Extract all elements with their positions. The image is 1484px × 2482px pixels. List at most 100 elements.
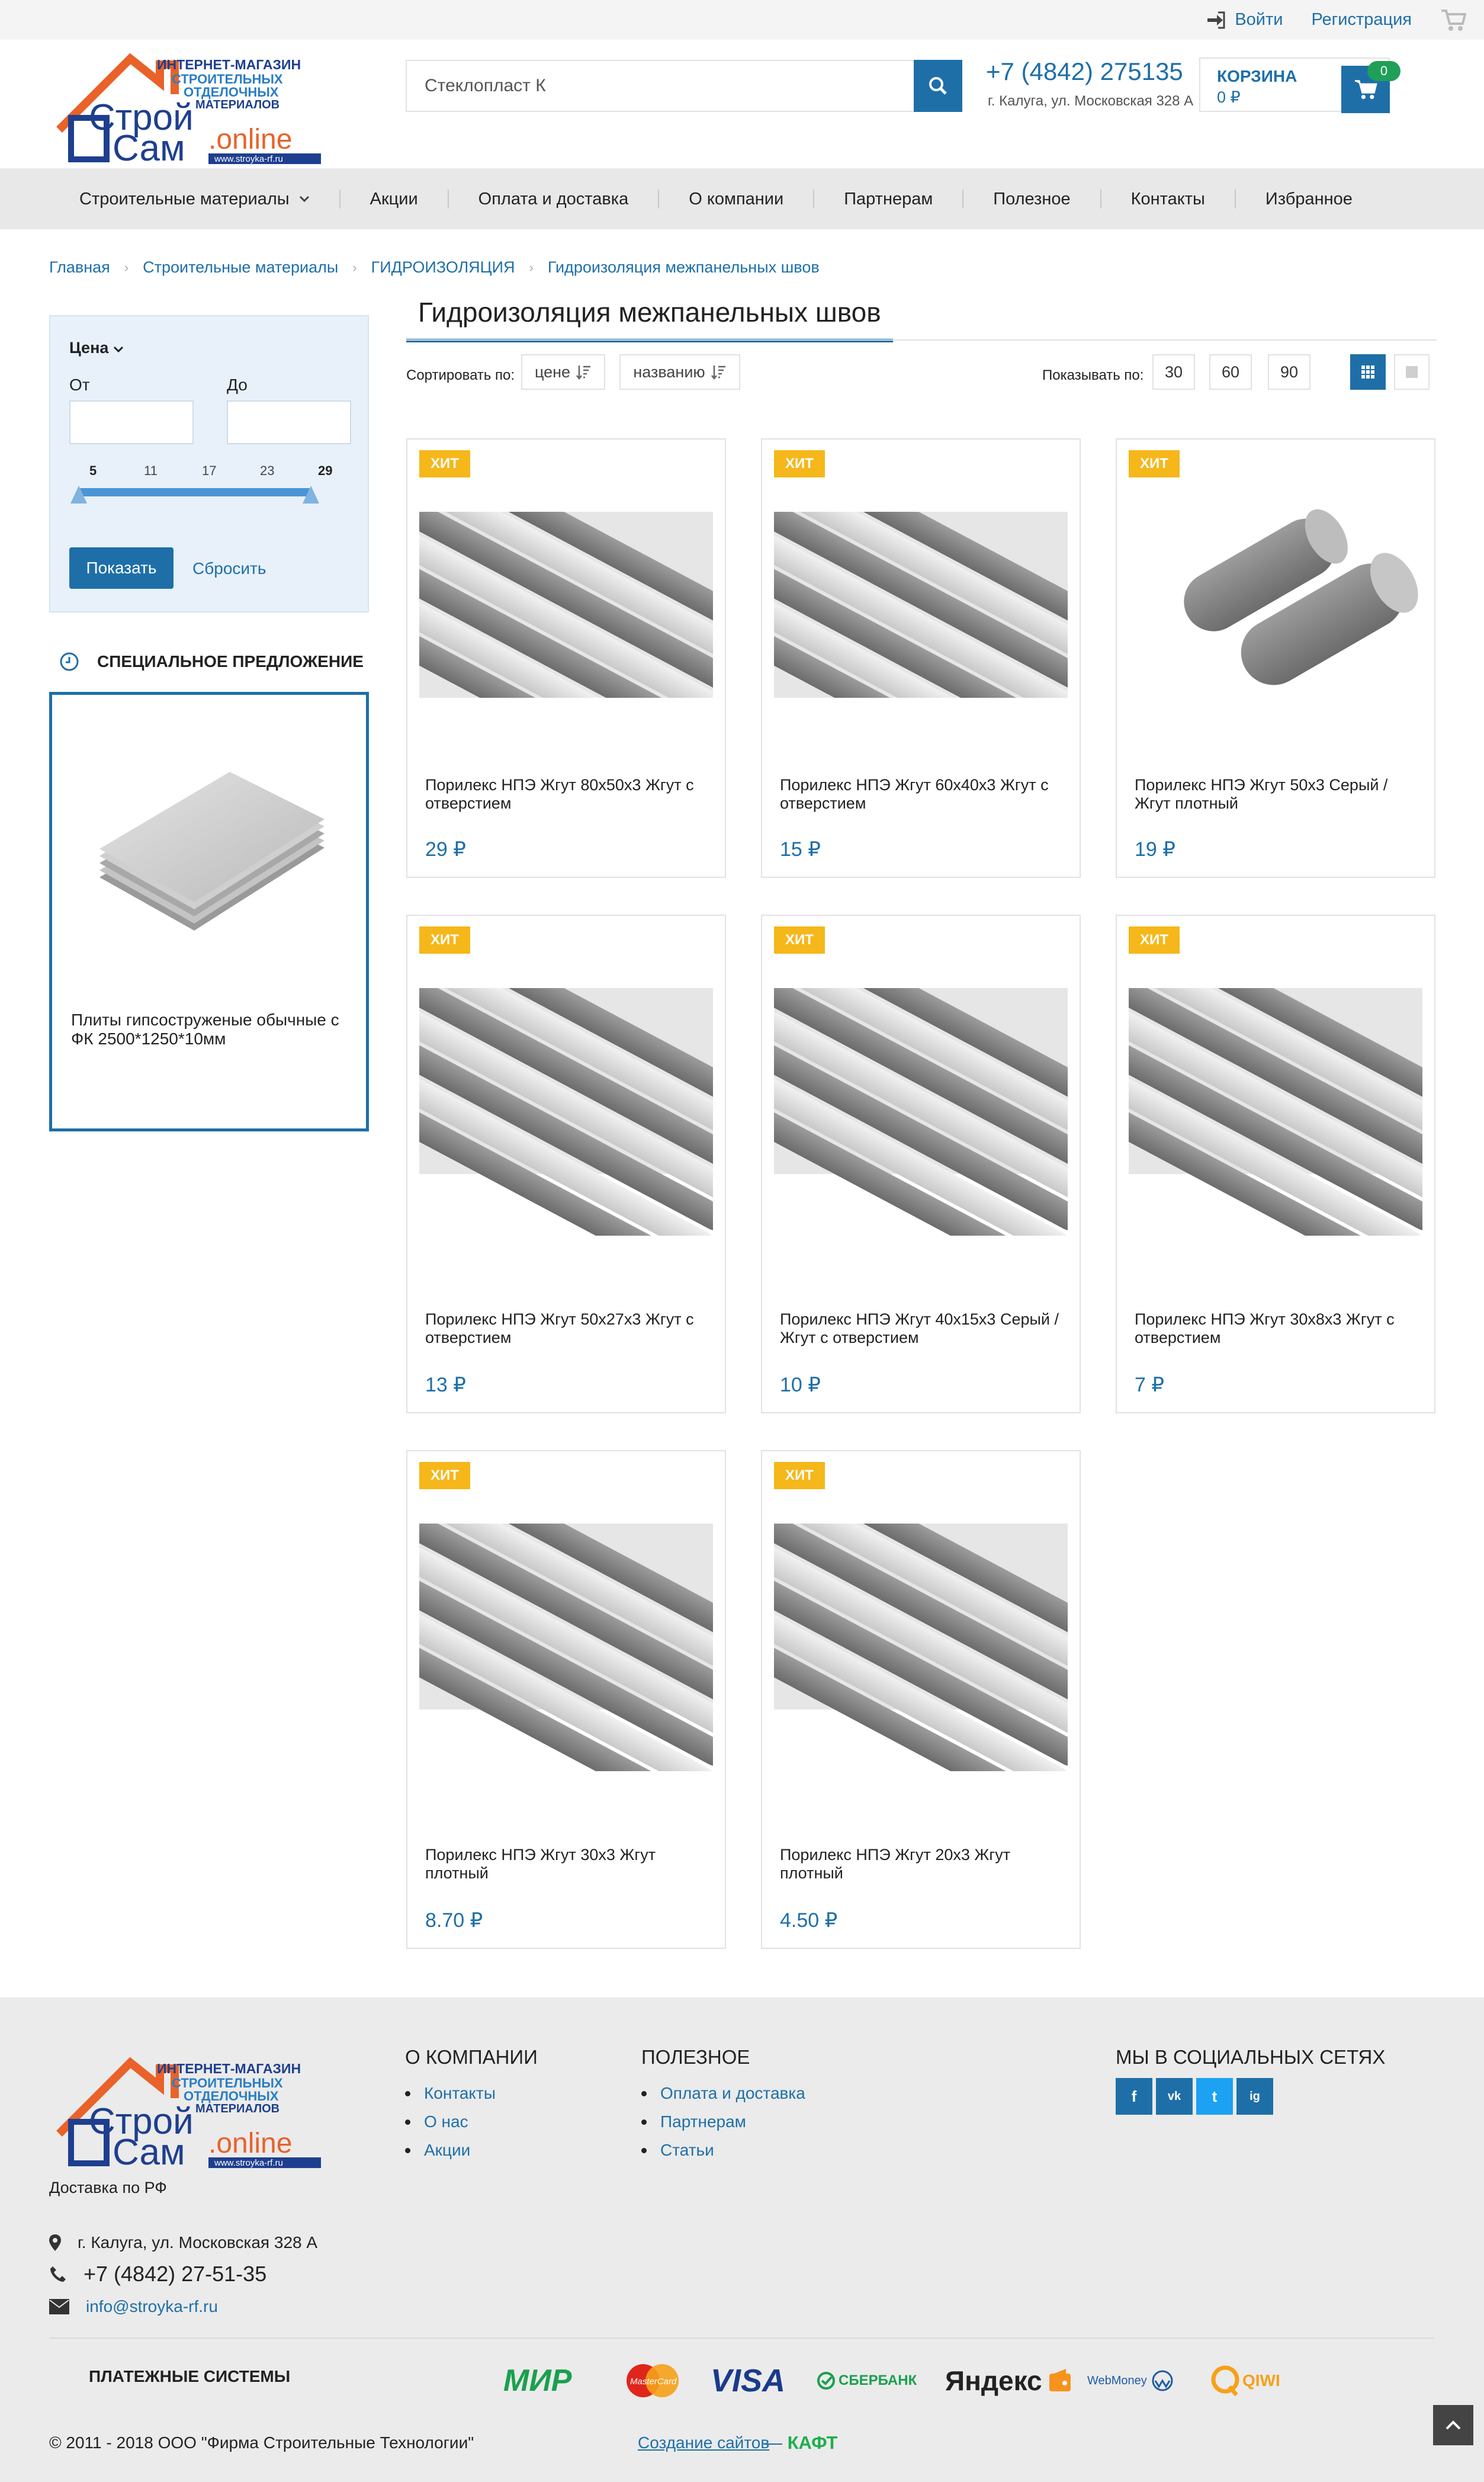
site-creation-link[interactable]: Создание сайтов	[638, 2433, 769, 2452]
price-to-input[interactable]	[227, 400, 351, 444]
footer-link-payment[interactable]: Оплата и доставка	[641, 2084, 805, 2103]
header-address: г. Калуга, ул. Московская 328 А	[988, 93, 1194, 109]
footer-phone[interactable]: +7 (4842) 27-51-35	[49, 2262, 266, 2287]
login-link[interactable]: Войти	[1206, 10, 1283, 30]
nav-contacts[interactable]: Контакты	[1101, 190, 1235, 209]
special-offer-card[interactable]: Плиты гипсоструженые обычные с ФК 2500*1…	[49, 692, 369, 1131]
product-card[interactable]: ХИТ Порилекс НПЭ Жгут 80х50х3 Жгут с отв…	[406, 438, 726, 878]
grid-view-button[interactable]	[1350, 354, 1386, 390]
footer-link-promotions[interactable]: Акции	[405, 2141, 496, 2160]
product-card[interactable]: ХИТ Порилекс НПЭ Жгут 30х8х3 Жгут с отве…	[1116, 915, 1435, 1413]
nav-useful[interactable]: Полезное	[963, 190, 1100, 209]
cart-icon[interactable]	[1440, 8, 1466, 32]
product-card[interactable]: ХИТ Порилекс НПЭ Жгут 50х3 Серый / Жгут …	[1116, 438, 1435, 878]
footer-social-title: МЫ В СОЦИАЛЬНЫХ СЕТЯХ	[1116, 2046, 1386, 2068]
page-size-60-button[interactable]: 60	[1209, 354, 1252, 390]
breadcrumb-home[interactable]: Главная	[49, 258, 110, 277]
product-name[interactable]: Порилекс НПЭ Жгут 30х3 Жгут плотный	[425, 1846, 709, 1883]
scroll-to-top-button[interactable]	[1433, 2405, 1473, 2445]
product-price: 4.50 ₽	[780, 1909, 838, 1932]
price-filter-toggle[interactable]: Цена	[69, 339, 124, 357]
footer-link-articles[interactable]: Статьи	[641, 2141, 805, 2160]
breadcrumb-waterproofing[interactable]: ГИДРОИЗОЛЯЦИЯ	[371, 258, 515, 277]
vk-icon[interactable]: vk	[1156, 2078, 1193, 2115]
price-slider-max-handle[interactable]	[303, 486, 319, 504]
product-card[interactable]: ХИТ Порилекс НПЭ Жгут 60х40х3 Жгут с отв…	[761, 438, 1081, 878]
product-card[interactable]: ХИТ Порилекс НПЭ Жгут 20х3 Жгут плотный …	[761, 1450, 1081, 1949]
product-price: 29 ₽	[425, 838, 466, 861]
product-image	[774, 512, 1068, 698]
footer-link-partners[interactable]: Партнерам	[641, 2112, 805, 2131]
breadcrumb-current[interactable]: Гидроизоляция межпанельных швов	[548, 258, 820, 277]
footer-address: г. Калуга, ул. Московская 328 А	[49, 2233, 317, 2252]
filter-reset-link[interactable]: Сбросить	[192, 559, 266, 578]
page-size-30-button[interactable]: 30	[1152, 354, 1195, 390]
footer-email[interactable]: info@stroyka-rf.ru	[49, 2297, 218, 2316]
footer-company-links: Контакты О нас Акции	[405, 2084, 496, 2169]
list-view-button[interactable]	[1394, 354, 1430, 390]
product-name[interactable]: Порилекс НПЭ Жгут 30х8х3 Жгут с отверсти…	[1135, 1310, 1419, 1347]
breadcrumb-building-materials[interactable]: Строительные материалы	[143, 258, 338, 277]
footer-link-contacts[interactable]: Контакты	[405, 2084, 496, 2103]
product-card[interactable]: ХИТ Порилекс НПЭ Жгут 40х15х3 Серый / Жг…	[761, 915, 1081, 1413]
price-slider-min-handle[interactable]	[70, 486, 87, 504]
nav-about[interactable]: О компании	[659, 190, 813, 209]
product-name[interactable]: Порилекс НПЭ Жгут 50х27х3 Жгут с отверст…	[425, 1310, 709, 1347]
footer-link-about[interactable]: О нас	[405, 2112, 496, 2131]
hit-badge: ХИТ	[774, 926, 825, 954]
logo-suffix: .online	[208, 2128, 292, 2159]
phone-icon	[50, 2266, 66, 2282]
register-link[interactable]: Регистрация	[1311, 10, 1412, 30]
slider-tick: 5	[89, 463, 97, 478]
page-size-90-button[interactable]: 90	[1268, 354, 1310, 390]
header: ИНТЕРНЕТ-МАГАЗИН СТРОИТЕЛЬНЫХ ОТДЕЛОЧНЫХ…	[0, 40, 1484, 169]
sort-label: Сортировать по:	[406, 367, 515, 383]
hit-badge: ХИТ	[419, 926, 470, 954]
header-phone[interactable]: +7 (4842) 275135	[986, 57, 1183, 86]
svg-text:MasterCard: MasterCard	[630, 2377, 677, 2387]
nav-payment-delivery[interactable]: Оплата и доставка	[449, 190, 659, 209]
kaft-link[interactable]: — КАФТ	[764, 2432, 837, 2454]
product-image	[774, 1524, 1068, 1771]
search-input[interactable]	[406, 60, 914, 112]
hit-badge: ХИТ	[1129, 926, 1180, 954]
product-name[interactable]: Порилекс НПЭ Жгут 40х15х3 Серый / Жгут с…	[780, 1310, 1064, 1347]
twitter-icon[interactable]: t	[1196, 2078, 1233, 2115]
chevron-up-icon	[1446, 2420, 1461, 2430]
price-from-input[interactable]	[69, 400, 194, 444]
product-name[interactable]: Порилекс НПЭ Жгут 60х40х3 Жгут с отверст…	[780, 776, 1064, 813]
search-icon	[929, 77, 947, 95]
nav-favorites[interactable]: Избранное	[1236, 190, 1382, 209]
nav-partners[interactable]: Партнерам	[814, 190, 962, 209]
facebook-icon[interactable]: f	[1116, 2078, 1152, 2115]
clock-icon	[60, 652, 79, 671]
filter-show-button[interactable]: Показать	[69, 547, 174, 589]
cart-widget[interactable]: КОРЗИНА 0 ₽ 0	[1199, 57, 1401, 113]
product-card[interactable]: ХИТ Порилекс НПЭ Жгут 50х27х3 Жгут с отв…	[406, 915, 726, 1413]
product-price: 8.70 ₽	[425, 1909, 483, 1932]
price-from-label: От	[69, 376, 90, 394]
product-image	[774, 988, 1068, 1236]
product-name[interactable]: Порилекс НПЭ Жгут 20х3 Жгут плотный	[780, 1846, 1064, 1883]
price-filter: Цена От До 5 11 17 23 29 Показать Сброси…	[49, 315, 369, 613]
nav-building-materials[interactable]: Строительные материалы	[53, 190, 339, 209]
cart-icon	[1355, 80, 1377, 100]
sign-in-icon	[1207, 11, 1225, 28]
product-name[interactable]: Порилекс НПЭ Жгут 50х3 Серый / Жгут плот…	[1135, 776, 1419, 813]
sort-icon	[711, 365, 725, 380]
footer-useful-title: ПОЛЕЗНОЕ	[641, 2046, 750, 2068]
qiwi-icon	[1211, 2365, 1239, 2397]
sort-by-name-button[interactable]: названию	[619, 354, 740, 390]
sort-by-price-button[interactable]: цене	[521, 354, 605, 390]
search-button[interactable]	[914, 60, 962, 112]
page-title: Гидроизоляция межпанельных швов	[406, 296, 893, 342]
instagram-icon[interactable]: ig	[1236, 2078, 1273, 2115]
product-card[interactable]: ХИТ Порилекс НПЭ Жгут 30х3 Жгут плотный …	[406, 1450, 726, 1949]
site-logo[interactable]: ИНТЕРНЕТ-МАГАЗИН СТРОИТЕЛЬНЫХ ОТДЕЛОЧНЫХ…	[53, 47, 326, 165]
footer-logo[interactable]: ИНТЕРНЕТ-МАГАЗИН СТРОИТЕЛЬНЫХ ОТДЕЛОЧНЫХ…	[53, 2051, 326, 2169]
logo-word2: Сам	[113, 2132, 185, 2169]
nav-promotions[interactable]: Акции	[341, 190, 448, 209]
price-slider-track[interactable]	[79, 488, 311, 496]
footer-company-title: О КОМПАНИИ	[405, 2046, 538, 2068]
product-name[interactable]: Порилекс НПЭ Жгут 80х50х3 Жгут с отверст…	[425, 776, 709, 813]
